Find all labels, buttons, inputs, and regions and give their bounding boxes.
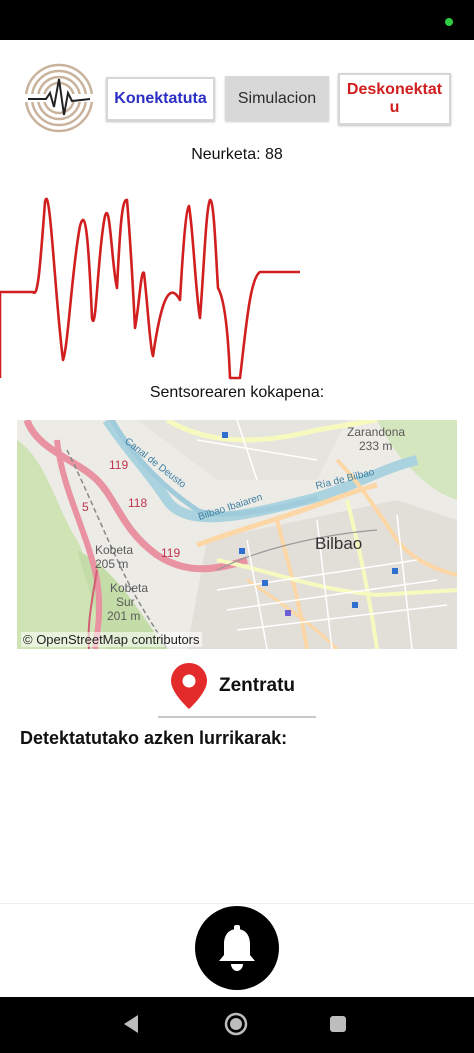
status-indicator-icon <box>445 18 453 26</box>
reading-display: Neurketa: 88 <box>0 146 474 164</box>
map-label-city: Bilbao <box>315 534 363 553</box>
seismograph-logo-icon <box>24 63 94 133</box>
seismic-waveform <box>0 197 300 380</box>
map-tiles <box>17 420 457 649</box>
map-label-road-5: 5 <box>82 500 89 514</box>
app-screen: Konektatuta Simulacion Deskonektatu Neur… <box>0 0 474 1053</box>
map-label-zarandona: Zarandona <box>347 425 406 439</box>
map-label-zarandona-alt: 233 m <box>359 439 393 453</box>
bell-icon <box>219 925 255 971</box>
map-label-road-119b: 119 <box>161 546 181 560</box>
recent-earthquakes-title: Detektatutako azken lurrikarak: <box>20 728 288 748</box>
status-bar <box>0 0 474 40</box>
bottom-divider <box>0 903 474 904</box>
center-map-button[interactable]: Zentratu <box>158 660 316 718</box>
system-nav-bar <box>0 997 474 1053</box>
recent-apps-icon[interactable] <box>330 1016 346 1032</box>
map-attribution[interactable]: © OpenStreetMap contributors <box>21 632 202 647</box>
map-label-kobeta: Kobeta <box>95 543 134 557</box>
map-view[interactable]: Zarandona 233 m Bilbao Kobeta 205 m Kobe… <box>17 420 457 649</box>
simulation-button[interactable]: Simulacion <box>225 76 329 121</box>
map-label-kobeta-alt: 205 m <box>95 557 129 571</box>
map-label-road-118: 118 <box>128 496 148 510</box>
disconnect-button[interactable]: Deskonektatu <box>338 73 451 125</box>
map-label-kobeta-sur-alt: 201 m <box>107 609 141 623</box>
map-label-kobeta-sur-2: Sur <box>116 595 135 609</box>
reading-label: Neurketa: <box>191 146 261 163</box>
alert-button[interactable] <box>195 906 279 990</box>
location-pin-icon <box>171 663 207 709</box>
home-icon[interactable] <box>224 1012 248 1036</box>
reading-value: 88 <box>265 146 283 163</box>
center-map-label: Zentratu <box>219 675 295 696</box>
connect-button[interactable]: Konektatuta <box>106 77 215 121</box>
back-icon[interactable] <box>122 1014 140 1034</box>
map-label-kobeta-sur: Kobeta <box>110 581 149 595</box>
sensor-location-label: Sentsorearen kokapena: <box>149 384 325 401</box>
waveform-line <box>0 197 300 380</box>
map-label-road-119a: 119 <box>109 458 129 472</box>
